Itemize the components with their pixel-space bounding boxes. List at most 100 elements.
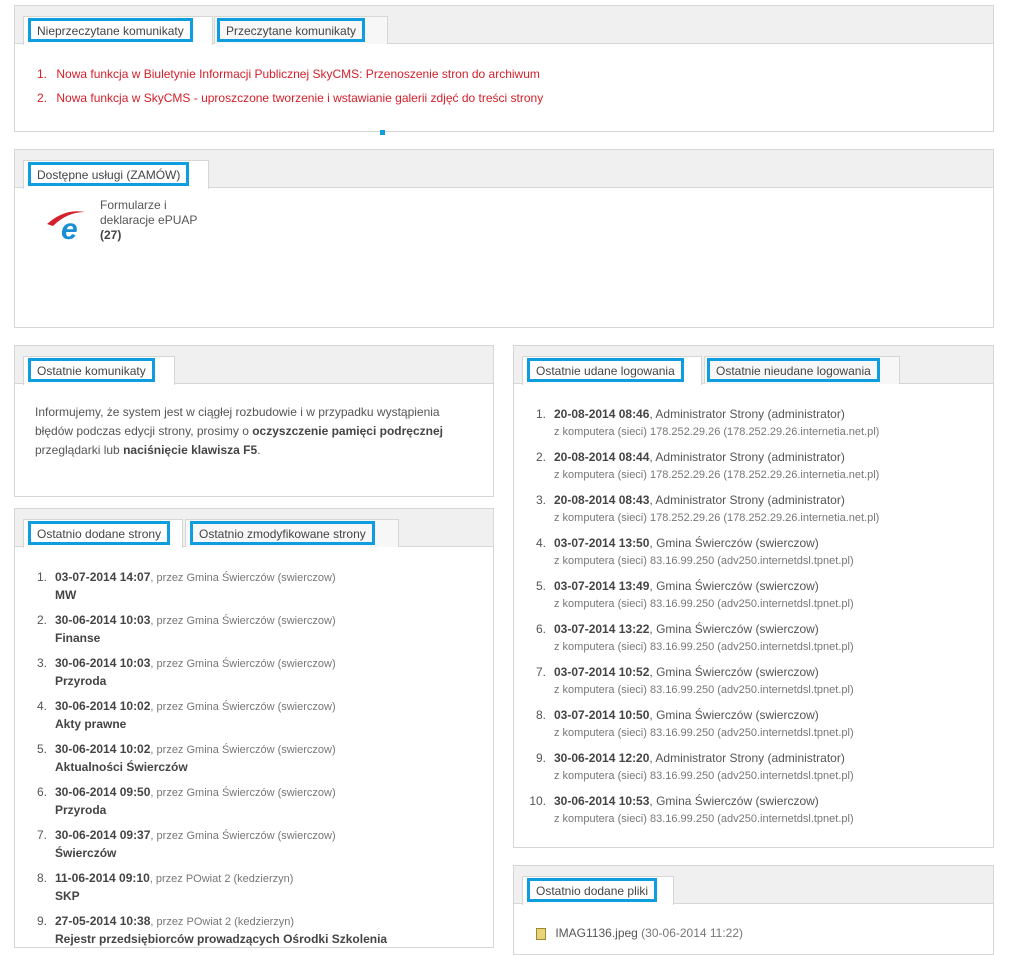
info-text-part: . [257, 443, 261, 457]
login-entry: 20-08-2014 08:46, Administrator Strony (… [554, 407, 845, 421]
page-title-link[interactable]: Akty prawne [55, 717, 126, 731]
message-link[interactable]: Nowa funkcja w SkyCMS - uproszczone twor… [56, 91, 543, 105]
login-source: z komputera (sieci) 178.252.29.26 (178.2… [554, 512, 880, 524]
page-date: 30-06-2014 09:50, przez Gmina Świerczów … [55, 785, 336, 799]
page-date-text: 11-06-2014 09:10 [55, 871, 150, 885]
tab-recently-modified-pages[interactable]: Ostatnio zmodyfikowane strony [185, 519, 399, 547]
login-date: 20-08-2014 08:46 [554, 407, 650, 421]
item-number: 8. [535, 708, 546, 722]
info-text-part: przeglądarki lub [35, 443, 124, 457]
item-number: 2. [37, 91, 48, 105]
svg-text:e: e [61, 213, 78, 242]
login-source: z komputera (sieci) 83.16.99.250 (adv250… [554, 598, 854, 610]
item-number: 3. [36, 656, 47, 670]
login-entry: 03-07-2014 13:50, Gmina Świerczów (swier… [554, 536, 819, 550]
login-date: 03-07-2014 10:50 [554, 708, 650, 722]
page-date: 30-06-2014 10:02, przez Gmina Świerczów … [55, 699, 336, 713]
item-number: 7. [535, 665, 546, 679]
info-text-bold: naciśnięcie klawisza F5 [123, 443, 258, 457]
page-date-text: 30-06-2014 09:50 [55, 785, 151, 799]
login-user: , Gmina Świerczów (swierczow) [649, 665, 819, 679]
tab-available-services[interactable]: Dostępne usługi (ZAMÓW) [23, 160, 209, 189]
tab-label: Ostatnio dodane pliki [527, 878, 658, 902]
login-user: , Gmina Świerczów (swierczow) [649, 794, 819, 808]
login-date: 30-06-2014 10:53 [554, 794, 650, 808]
login-date: 03-07-2014 13:50 [554, 536, 650, 550]
recent-files-header: Ostatnio dodane pliki [514, 866, 993, 905]
page-title-link[interactable]: Finanse [55, 631, 100, 645]
tab-recently-added-pages[interactable]: Ostatnio dodane strony [23, 519, 183, 548]
item-number: 10. [529, 794, 546, 808]
tab-label: Ostatnie nieudane logowania [707, 358, 880, 382]
page-date: 30-06-2014 10:03, przez Gmina Świerczów … [55, 656, 336, 670]
message-item[interactable]: 2. Nowa funkcja w SkyCMS - uproszczone t… [37, 91, 543, 105]
page-date-text: 30-06-2014 10:02 [55, 742, 151, 756]
recent-messages-panel: Ostatnie komunikaty Informujemy, że syst… [14, 345, 494, 497]
page-date-text: 03-07-2014 14:07 [55, 570, 151, 584]
login-source: z komputera (sieci) 178.252.29.26 (178.2… [554, 426, 880, 438]
page-date: 27-05-2014 10:38, przez POwiat 2 (kedzie… [55, 914, 294, 928]
tab-label: Nieprzeczytane komunikaty [28, 18, 193, 42]
epuap-service-label[interactable]: Formularze i deklaracje ePUAP (27) [100, 198, 197, 243]
page-author: , przez Gmina Świerczów (swierczow) [150, 615, 336, 627]
logins-header: Ostatnie udane logowania Ostatnie nieuda… [514, 346, 993, 385]
page-title-link[interactable]: Rejestr przedsiębiorców prowadzących Ośr… [55, 932, 387, 946]
service-count: (27) [100, 228, 122, 242]
item-number: 3. [535, 493, 546, 507]
epuap-logo-icon[interactable]: e [45, 206, 101, 242]
tab-label: Ostatnie komunikaty [28, 358, 155, 382]
login-entry: 20-08-2014 08:43, Administrator Strony (… [554, 493, 845, 507]
login-entry: 30-06-2014 10:53, Gmina Świerczów (swier… [554, 794, 819, 808]
tab-read-messages[interactable]: Przeczytane komunikaty [214, 16, 388, 44]
item-number: 1. [37, 67, 48, 81]
message-item[interactable]: 1. Nowa funkcja w Biuletynie Informacji … [37, 67, 540, 81]
recent-pages-panel: Ostatnio dodane strony Ostatnio zmodyfik… [14, 508, 494, 948]
page-title-link[interactable]: SKP [55, 889, 80, 903]
page-author: , przez POwiat 2 (kedzierzyn) [149, 873, 294, 885]
tab-successful-logins[interactable]: Ostatnie udane logowania [522, 356, 702, 385]
page-author: , przez Gmina Świerczów (swierczow) [150, 744, 336, 756]
recent-pages-header: Ostatnio dodane strony Ostatnio zmodyfik… [15, 509, 493, 548]
page-author: , przez Gmina Świerczów (swierczow) [150, 572, 336, 584]
login-entry: 20-08-2014 08:44, Administrator Strony (… [554, 450, 845, 464]
image-file-icon [536, 927, 546, 940]
login-user: , Gmina Świerczów (swierczow) [649, 536, 819, 550]
message-link[interactable]: Nowa funkcja w Biuletynie Informacji Pub… [56, 67, 540, 81]
recent-files-panel: Ostatnio dodane pliki IMAG1136.jpeg (30-… [513, 865, 994, 955]
login-source: z komputera (sieci) 83.16.99.250 (adv250… [554, 727, 854, 739]
login-source: z komputera (sieci) 83.16.99.250 (adv250… [554, 684, 854, 696]
page-title-link[interactable]: Przyroda [55, 674, 106, 688]
login-user: , Administrator Strony (administrator) [649, 493, 845, 507]
page-title-link[interactable]: Aktualności Świerczów [55, 760, 188, 774]
login-entry: 30-06-2014 12:20, Administrator Strony (… [554, 751, 845, 765]
login-entry: 03-07-2014 13:22, Gmina Świerczów (swier… [554, 622, 819, 636]
info-text-bold: oczyszczenie pamięci podręcznej [252, 424, 443, 438]
tab-unread-messages[interactable]: Nieprzeczytane komunikaty [23, 16, 213, 45]
tab-label: Ostatnio zmodyfikowane strony [190, 521, 375, 545]
item-number: 2. [36, 613, 47, 627]
login-user: , Administrator Strony (administrator) [649, 450, 845, 464]
item-number: 5. [36, 742, 47, 756]
page-title-link[interactable]: MW [55, 588, 76, 602]
page-title-link[interactable]: Świerczów [55, 846, 116, 860]
page-author: , przez POwiat 2 (kedzierzyn) [150, 916, 295, 928]
login-source: z komputera (sieci) 83.16.99.250 (adv250… [554, 770, 854, 782]
page-date: 11-06-2014 09:10, przez POwiat 2 (kedzie… [55, 871, 293, 885]
messages-panel-header: Nieprzeczytane komunikaty Przeczytane ko… [15, 6, 993, 45]
tab-label: Ostatnio dodane strony [28, 521, 171, 545]
login-date: 20-08-2014 08:44 [554, 450, 650, 464]
logins-panel: Ostatnie udane logowania Ostatnie nieuda… [513, 345, 994, 848]
tab-recently-added-files[interactable]: Ostatnio dodane pliki [522, 876, 674, 905]
page-date-text: 30-06-2014 10:03 [55, 656, 151, 670]
resize-handle[interactable] [380, 130, 385, 135]
tab-failed-logins[interactable]: Ostatnie nieudane logowania [704, 356, 900, 384]
item-number: 9. [36, 914, 47, 928]
page-date-text: 30-06-2014 10:03 [55, 613, 151, 627]
page-title-link[interactable]: Przyroda [55, 803, 106, 817]
login-entry: 03-07-2014 13:49, Gmina Świerczów (swier… [554, 579, 819, 593]
page-date: 30-06-2014 09:37, przez Gmina Świerczów … [55, 828, 336, 842]
item-number: 1. [36, 570, 47, 584]
login-date: 03-07-2014 13:49 [554, 579, 650, 593]
tab-recent-messages[interactable]: Ostatnie komunikaty [23, 356, 175, 385]
login-user: , Gmina Świerczów (swierczow) [649, 708, 819, 722]
